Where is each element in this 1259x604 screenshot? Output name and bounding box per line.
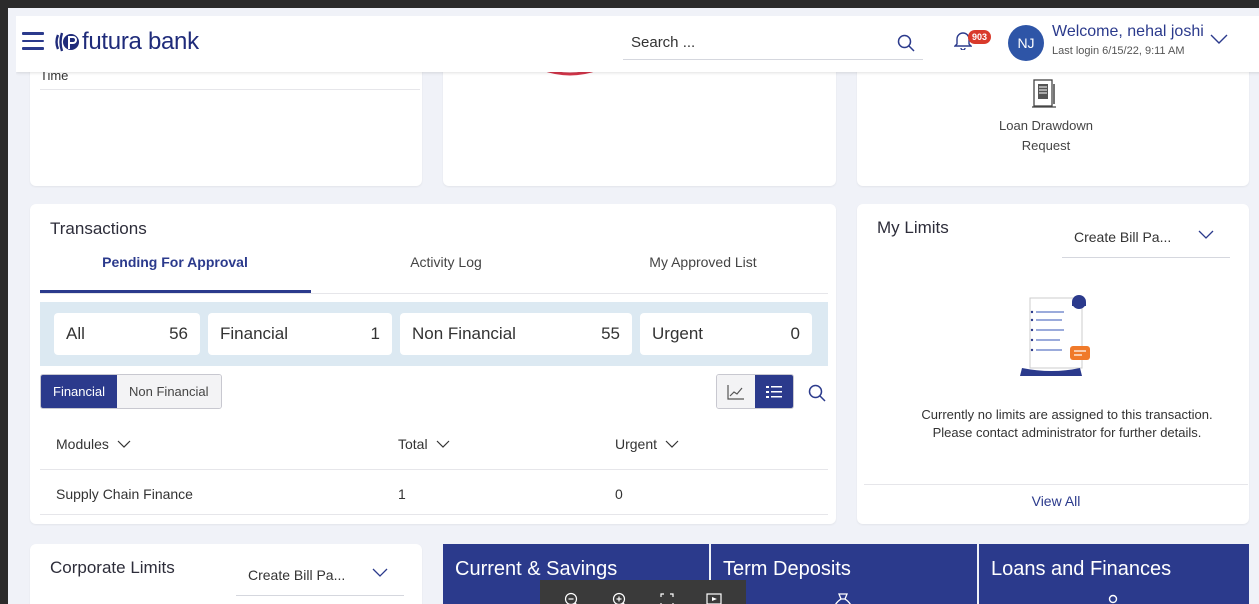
- table-cell-module[interactable]: Supply Chain Finance: [56, 486, 193, 502]
- column-label: Total: [398, 436, 428, 452]
- chart-view-button[interactable]: [717, 375, 755, 408]
- present-icon[interactable]: [706, 592, 722, 604]
- time-card: [30, 56, 422, 186]
- summary-non-financial[interactable]: Non Financial 55: [400, 313, 632, 355]
- zoom-in-icon[interactable]: [612, 592, 628, 604]
- term-deposits-tile[interactable]: Term Deposits: [711, 544, 977, 604]
- top-header: futura bank 903 NJ Welcome, nehal joshi …: [16, 16, 1259, 72]
- notification-count-badge[interactable]: 903: [968, 30, 992, 44]
- line-chart-icon: [727, 384, 744, 400]
- brand-name: futura bank: [82, 28, 199, 55]
- user-avatar[interactable]: NJ: [1008, 25, 1044, 61]
- fit-screen-icon[interactable]: [660, 593, 674, 604]
- my-limits-dropdown[interactable]: Create Bill Pa...: [1062, 228, 1230, 258]
- tab-pending-for-approval[interactable]: Pending For Approval: [40, 254, 310, 270]
- summary-label: All: [66, 324, 85, 343]
- summary-count: 1: [370, 324, 380, 343]
- divider: [864, 484, 1248, 485]
- transactions-title: Transactions: [50, 219, 147, 238]
- divider: [40, 293, 828, 294]
- filter-non-financial-button[interactable]: Non Financial: [117, 375, 221, 408]
- chevron-down-icon: [117, 440, 131, 448]
- summary-label: Urgent: [652, 324, 704, 343]
- last-login-text: Last login 6/15/22, 9:11 AM: [1052, 45, 1185, 57]
- chevron-down-icon: [436, 440, 450, 448]
- table-cell-urgent: 0: [615, 486, 623, 502]
- zoom-out-icon[interactable]: [564, 592, 580, 604]
- message-line: Please contact administrator for further…: [932, 425, 1202, 440]
- divider: [40, 514, 828, 515]
- summary-urgent[interactable]: Urgent 0: [640, 313, 812, 355]
- loan-document-icon[interactable]: [1030, 78, 1058, 110]
- money-bag-icon: [835, 593, 851, 604]
- tile-title: Term Deposits: [723, 558, 851, 580]
- column-header-urgent[interactable]: Urgent: [615, 436, 679, 452]
- zoom-toolbar: [540, 580, 746, 604]
- chevron-down-icon[interactable]: [1210, 34, 1228, 44]
- search-icon[interactable]: [808, 384, 826, 402]
- corporate-limits-dropdown[interactable]: Create Bill Pa...: [236, 566, 404, 596]
- chart-card: [443, 56, 836, 186]
- tile-title: Current & Savings: [455, 558, 618, 580]
- divider: [40, 469, 828, 470]
- summary-count: 55: [601, 324, 620, 343]
- summary-label: Financial: [220, 324, 289, 343]
- column-header-modules[interactable]: Modules: [56, 436, 131, 452]
- list-view-button[interactable]: [755, 375, 793, 408]
- empty-limits-illustration-icon: [1020, 295, 1090, 376]
- brand-logo[interactable]: futura bank: [54, 28, 199, 56]
- dropdown-value: Create Bill Pa...: [1074, 229, 1172, 245]
- search-icon[interactable]: [897, 34, 915, 52]
- dropdown-value: Create Bill Pa...: [248, 567, 346, 583]
- divider: [40, 89, 420, 90]
- tab-activity-log[interactable]: Activity Log: [311, 254, 581, 270]
- filter-financial-button[interactable]: Financial: [41, 375, 118, 408]
- summary-count: 56: [169, 324, 188, 343]
- welcome-text[interactable]: Welcome, nehal joshi: [1052, 23, 1204, 41]
- column-label: Modules: [56, 436, 109, 452]
- financial-filter-toggle: Financial Non Financial: [40, 374, 222, 409]
- loan-drawdown-link[interactable]: Loan Drawdown Request: [996, 116, 1096, 156]
- app-frame: futura bank 903 NJ Welcome, nehal joshi …: [0, 0, 1259, 604]
- transaction-summary: All 56 Financial 1 Non Financial 55 Urge…: [40, 302, 828, 366]
- view-toggle: [716, 374, 794, 409]
- chevron-down-icon: [1198, 230, 1214, 239]
- table-cell-total: 1: [398, 486, 406, 502]
- search-input[interactable]: [623, 26, 883, 58]
- loans-finances-tile[interactable]: Loans and Finances: [979, 544, 1249, 604]
- summary-all[interactable]: All 56: [54, 313, 200, 355]
- column-label: Urgent: [615, 436, 658, 452]
- column-header-total[interactable]: Total: [398, 436, 450, 452]
- view-all-link[interactable]: View All: [864, 493, 1248, 509]
- no-limits-message: Currently no limits are assigned to this…: [872, 406, 1259, 442]
- menu-icon[interactable]: [22, 32, 44, 50]
- viewport: futura bank 903 NJ Welcome, nehal joshi …: [16, 16, 1259, 604]
- corporate-limits-title: Corporate Limits: [50, 558, 175, 577]
- global-search: [623, 26, 923, 60]
- summary-count: 0: [790, 324, 800, 343]
- my-limits-title: My Limits: [877, 218, 949, 237]
- tile-title: Loans and Finances: [991, 558, 1172, 580]
- chevron-down-icon: [372, 568, 388, 577]
- summary-financial[interactable]: Financial 1: [208, 313, 392, 355]
- chevron-down-icon: [665, 440, 679, 448]
- message-line: Currently no limits are assigned to this…: [921, 407, 1213, 422]
- network-icon: [1108, 594, 1118, 604]
- list-icon: [766, 385, 782, 398]
- tab-my-approved-list[interactable]: My Approved List: [568, 254, 838, 270]
- futura-logo-icon: [55, 32, 79, 52]
- summary-label: Non Financial: [412, 324, 516, 343]
